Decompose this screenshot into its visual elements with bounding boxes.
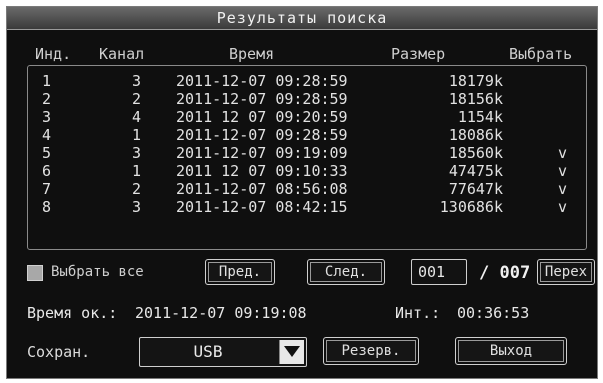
row-time: 2011-12-07 08:42:15 [176, 198, 348, 216]
table-header: Инд. Канал Время Размер Выбрать [7, 45, 597, 65]
save-device-value: USB [193, 342, 223, 361]
prev-page-button[interactable]: Пред. [205, 259, 275, 285]
row-time: 2011-12-07 08:56:08 [176, 180, 348, 198]
row-index: 2 [42, 90, 52, 108]
row-time: 2011-12-07 09:28:59 [176, 90, 348, 108]
row-time: 2011-12-07 09:28:59 [176, 126, 348, 144]
row-size: 77647k [448, 180, 503, 198]
row-channel: 2 [132, 90, 142, 108]
table-row[interactable]: 4 1 2011-12-07 09:28:59 18086k [28, 126, 586, 144]
table-row[interactable]: 1 3 2011-12-07 09:28:59 18179k [28, 72, 586, 90]
page-number-field[interactable]: 001 [411, 259, 467, 285]
table-row[interactable]: 7 2 2011-12-07 08:56:08 77647k v [28, 180, 586, 198]
save-device-select[interactable]: USB [139, 337, 307, 367]
total-time-value: 2011-12-07 09:19:08 [135, 304, 307, 322]
results-list[interactable]: 1 3 2011-12-07 09:28:59 18179k 2 2 2011-… [27, 65, 587, 250]
interval-label: Инт.: [395, 304, 441, 322]
row-index: 1 [42, 72, 52, 90]
row-index: 6 [42, 162, 52, 180]
row-time: 2011-12-07 09:19:09 [176, 144, 348, 162]
info-row: Время ок.: 2011-12-07 09:19:08 Инт.: 00:… [7, 304, 597, 324]
row-channel: 2 [132, 180, 142, 198]
total-pages: / 007 [479, 263, 531, 283]
paging-toolbar: Выбрать все Пред. След. 001 / 007 Перех [7, 259, 597, 287]
next-page-button[interactable]: След. [307, 259, 385, 285]
exit-button[interactable]: Выход [455, 337, 567, 365]
row-size: 18560k [448, 144, 503, 162]
header-channel: Канал [99, 45, 145, 63]
select-all-label: Выбрать все [51, 264, 144, 280]
table-row[interactable]: 8 3 2011-12-07 08:42:15 130686k v [28, 198, 586, 216]
row-index: 4 [42, 126, 52, 144]
header-index: Инд. [35, 45, 72, 63]
row-channel: 3 [132, 198, 142, 216]
interval-value: 00:36:53 [457, 304, 530, 322]
row-size: 1154k [457, 108, 503, 126]
header-select: Выбрать [509, 45, 573, 63]
search-results-dialog: Результаты поиска Инд. Канал Время Разме… [6, 6, 598, 379]
row-channel: 3 [132, 144, 142, 162]
row-channel: 1 [132, 162, 142, 180]
row-size: 47475k [448, 162, 503, 180]
row-time: 2011 12 07 09:20:59 [176, 108, 348, 126]
row-channel: 4 [132, 108, 142, 126]
row-channel: 3 [132, 72, 142, 90]
row-select-mark[interactable]: v [558, 144, 567, 162]
row-select-mark[interactable]: v [558, 162, 567, 180]
row-index: 3 [42, 108, 52, 126]
header-time: Время [229, 45, 275, 63]
row-index: 7 [42, 180, 52, 198]
chevron-down-icon[interactable] [279, 340, 304, 364]
row-select-mark[interactable]: v [558, 198, 567, 216]
table-row[interactable]: 3 4 2011 12 07 09:20:59 1154k [28, 108, 586, 126]
header-size: Размер [391, 45, 446, 63]
save-row: Сохран. USB Резерв. Выход [7, 335, 597, 367]
row-size: 18086k [448, 126, 503, 144]
total-time-label: Время ок.: [27, 304, 118, 322]
save-label: Сохран. [27, 343, 91, 361]
row-index: 8 [42, 198, 52, 216]
row-index: 5 [42, 144, 52, 162]
dialog-title: Результаты поиска [7, 7, 597, 30]
row-size: 18179k [448, 72, 503, 90]
row-channel: 1 [132, 126, 142, 144]
row-select-mark[interactable]: v [558, 180, 567, 198]
table-row[interactable]: 5 3 2011-12-07 09:19:09 18560k v [28, 144, 586, 162]
backup-button[interactable]: Резерв. [323, 337, 419, 365]
table-row[interactable]: 2 2 2011-12-07 09:28:59 18156k [28, 90, 586, 108]
row-time: 2011 12 07 09:10:33 [176, 162, 348, 180]
select-all-checkbox[interactable] [27, 265, 43, 281]
table-row[interactable]: 6 1 2011 12 07 09:10:33 47475k v [28, 162, 586, 180]
goto-page-button[interactable]: Перех [537, 259, 595, 285]
row-size: 130686k [439, 198, 503, 216]
row-size: 18156k [448, 90, 503, 108]
row-time: 2011-12-07 09:28:59 [176, 72, 348, 90]
